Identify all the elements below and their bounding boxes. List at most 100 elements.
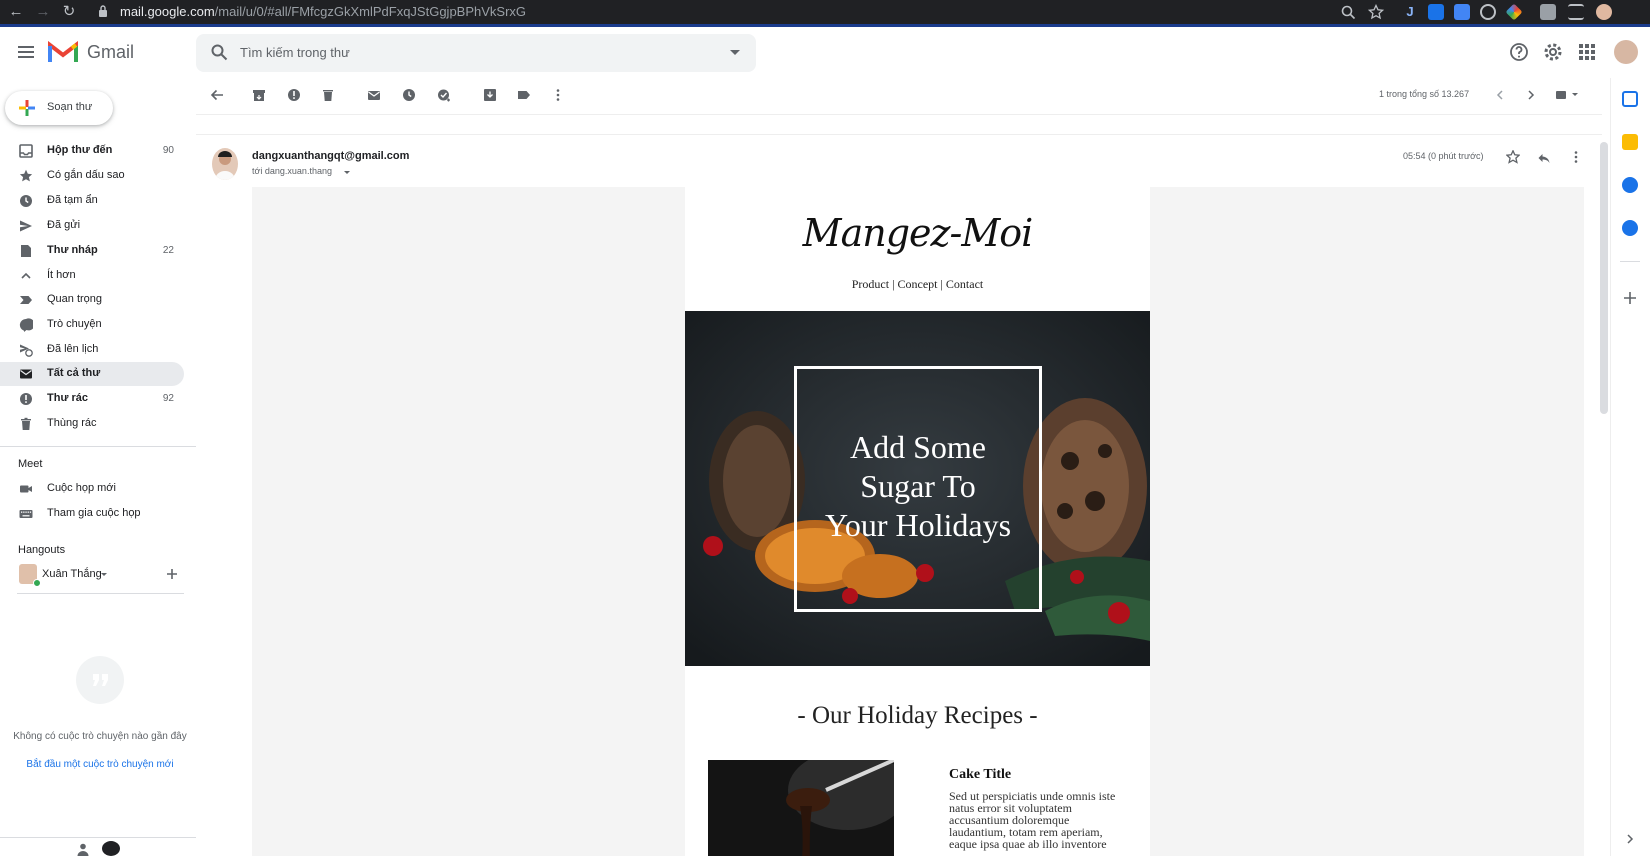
move-to-icon[interactable] [483, 88, 497, 102]
message-more-icon[interactable] [1569, 150, 1583, 164]
google-tasks-icon[interactable] [1622, 177, 1638, 193]
zoom-icon[interactable] [1340, 4, 1356, 20]
sidebar-item-inbox[interactable]: Hộp thư đến 90 [0, 139, 184, 163]
hangouts-section-title: Hangouts [18, 544, 66, 556]
online-status-dot [33, 579, 41, 587]
react-extension-icon[interactable] [1480, 4, 1496, 20]
help-icon[interactable] [1509, 42, 1529, 62]
sidebar-item-spam[interactable]: Thư rác 92 [0, 387, 184, 411]
snooze-clock-icon[interactable] [402, 88, 416, 102]
new-conversation-plus-icon[interactable] [166, 568, 178, 580]
browser-toolbar: ← → ↻ mail.google.com/mail/u/0/#all/FMfc… [0, 0, 1650, 24]
translate-extension-icon[interactable] [1454, 4, 1470, 20]
label-tag-icon[interactable] [517, 88, 531, 102]
forward-icon[interactable]: → [34, 3, 52, 21]
sidebar-item-trash[interactable]: Thùng rác [0, 412, 184, 436]
pagination-text: 1 trong tổng số 13.267 [1379, 89, 1470, 99]
compose-label: Soạn thư [47, 101, 93, 113]
meet-new-meeting[interactable]: Cuộc họp mới [0, 477, 184, 501]
draft-file-icon [21, 245, 31, 257]
get-addons-plus-icon[interactable] [1622, 290, 1638, 306]
sidebar-item-label: Thư nháp [47, 244, 98, 256]
apps-grid-icon[interactable] [1577, 42, 1597, 62]
recipe-title: Cake Title [949, 767, 1012, 782]
extension-drop-icon[interactable] [1428, 4, 1444, 20]
input-tools-icon[interactable] [1555, 89, 1567, 101]
hero-headline: Add Some Sugar To Your Holidays [794, 428, 1042, 545]
sidebar-item-starred[interactable]: Có gắn dấu sao [0, 164, 184, 188]
hangouts-quote-icon [76, 656, 124, 704]
reading-list-icon[interactable] [1568, 4, 1584, 20]
report-spam-icon[interactable] [287, 88, 301, 102]
clock-icon [20, 195, 32, 207]
hangouts-user-name[interactable]: Xuân Thắng [42, 568, 102, 580]
sidebar-item-snoozed[interactable]: Đã tạm ẩn [0, 189, 184, 213]
account-avatar[interactable] [1614, 40, 1638, 64]
main-menu-icon[interactable] [16, 42, 36, 62]
search-icon[interactable] [210, 43, 228, 61]
google-keep-icon[interactable] [1622, 134, 1638, 150]
reload-icon[interactable]: ↻ [60, 3, 78, 21]
address-bar[interactable]: mail.google.com/mail/u/0/#all/FMfcgzGkXm… [120, 2, 1380, 22]
newer-chevron-left-icon[interactable] [1494, 89, 1506, 101]
hangouts-chat-icon[interactable] [102, 841, 120, 856]
sidebar-item-less[interactable]: Ít hơn [0, 264, 184, 288]
chat-bubble-icon [19, 318, 33, 332]
sender-avatar[interactable] [212, 148, 238, 180]
recipient-line: tới dang.xuan.thang [252, 166, 332, 176]
gmail-wordmark[interactable]: Gmail [87, 42, 134, 63]
sender-email[interactable]: dangxuanthangqt@gmail.com [252, 150, 409, 162]
nav-separator: | [889, 277, 898, 291]
start-conversation-link[interactable]: Bắt đầu một cuộc trò chuyện mới [0, 759, 200, 770]
thread-divider [196, 134, 1602, 135]
reply-icon[interactable] [1537, 151, 1551, 165]
search-input[interactable]: Tìm kiếm trong thư [240, 45, 350, 60]
compose-button[interactable]: Soạn thư [5, 91, 113, 125]
input-tools-caret-icon[interactable] [1572, 93, 1578, 96]
extensions-puzzle-icon[interactable] [1540, 4, 1556, 20]
lock-icon[interactable] [98, 5, 108, 17]
keyboard-icon [19, 510, 33, 518]
sidebar-item-all-mail[interactable]: Tất cả thư [0, 362, 184, 386]
sidebar-item-important[interactable]: Quan trọng [0, 288, 184, 312]
scrollbar-thumb[interactable] [1600, 142, 1608, 414]
sidebar-item-chats[interactable]: Trò chuyện [0, 313, 184, 337]
sidebar-item-sent[interactable]: Đã gửi [0, 214, 184, 238]
search-options-caret-icon[interactable] [730, 50, 740, 55]
add-to-tasks-icon[interactable] [437, 88, 451, 102]
mark-unread-icon[interactable] [367, 88, 381, 102]
settings-gear-icon[interactable] [1543, 42, 1563, 62]
google-calendar-icon[interactable] [1622, 91, 1638, 107]
hero-banner-image[interactable]: Add Some Sugar To Your Holidays [685, 311, 1150, 666]
recipient-details-caret-icon[interactable] [344, 171, 350, 174]
sidebar-item-drafts[interactable]: Thư nháp 22 [0, 239, 184, 263]
bookmark-star-icon[interactable] [1368, 4, 1384, 20]
newsletter-brand-logo[interactable]: Mangez-Moi [685, 211, 1150, 255]
meet-section-title: Meet [18, 458, 43, 470]
older-chevron-right-icon[interactable] [1525, 89, 1537, 101]
meet-join-meeting[interactable]: Tham gia cuộc họp [0, 502, 184, 526]
google-contacts-icon[interactable] [1622, 220, 1638, 236]
archive-icon[interactable] [252, 88, 266, 102]
gmail-logo-icon[interactable] [48, 41, 78, 63]
nav-link-product[interactable]: Product [852, 277, 889, 291]
more-vertical-icon[interactable] [551, 88, 565, 102]
nav-link-concept[interactable]: Concept [898, 277, 938, 291]
extension-j-icon[interactable]: J [1402, 4, 1418, 20]
recipe-image[interactable] [708, 760, 894, 856]
nav-link-contact[interactable]: Contact [946, 277, 983, 291]
delete-icon[interactable] [321, 88, 335, 102]
search-bar[interactable]: Tìm kiếm trong thư [196, 34, 756, 72]
sidebar-item-scheduled[interactable]: Đã lên lịch [0, 338, 184, 362]
color-extension-icon[interactable] [1505, 3, 1523, 21]
show-side-panel-chevron-icon[interactable] [1624, 833, 1636, 845]
compose-plus-icon [19, 100, 35, 116]
star-message-icon[interactable] [1506, 150, 1520, 164]
back-to-list-icon[interactable] [210, 88, 224, 102]
profile-avatar-icon[interactable] [1596, 4, 1612, 20]
contacts-person-icon[interactable] [77, 843, 89, 856]
hangouts-divider [17, 593, 184, 594]
user-status-caret-icon[interactable] [101, 573, 107, 576]
back-icon[interactable]: ← [7, 3, 25, 21]
chrome-accent-bar [0, 24, 1650, 27]
